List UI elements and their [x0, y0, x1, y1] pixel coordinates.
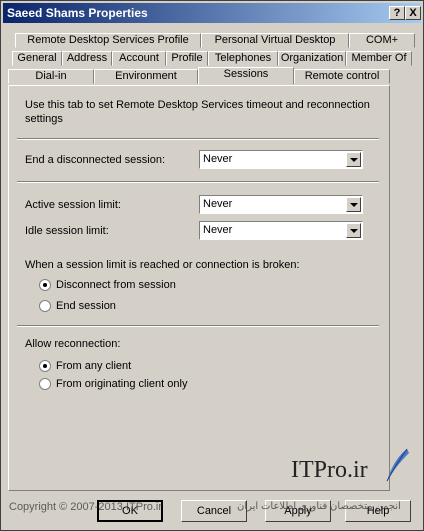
properties-window: Saeed Shams Properties ? X Remote Deskto… [0, 0, 424, 531]
tab-com-plus[interactable]: COM+ [349, 33, 415, 48]
idle-limit-select[interactable]: Never [199, 221, 363, 240]
title-bar[interactable]: Saeed Shams Properties ? X [3, 3, 421, 23]
end-disconnected-label: End a disconnected session: [25, 154, 166, 166]
tab-personal-virtual-desktop[interactable]: Personal Virtual Desktop [201, 33, 349, 48]
itpro-logo: ITPro.ir [291, 457, 368, 483]
chevron-down-icon[interactable] [346, 197, 361, 212]
tab-sessions[interactable]: Sessions [198, 67, 294, 84]
quill-icon [386, 448, 409, 482]
disconnect-option-label[interactable]: Disconnect from session [56, 279, 176, 291]
any-client-radio[interactable] [39, 360, 51, 372]
tab-dial-in[interactable]: Dial-in [8, 69, 94, 84]
tab-rds-profile[interactable]: Remote Desktop Services Profile [15, 33, 201, 48]
active-limit-label: Active session limit: [25, 199, 121, 211]
close-button[interactable]: X [405, 6, 421, 20]
tab-member-of[interactable]: Member Of [346, 51, 412, 66]
tab-environment[interactable]: Environment [94, 69, 198, 84]
end-disconnected-value: Never [203, 153, 233, 165]
end-session-radio[interactable] [39, 300, 51, 312]
end-disconnected-select[interactable]: Never [199, 150, 363, 169]
allow-reconnect-label: Allow reconnection: [25, 338, 121, 350]
tab-remote-control[interactable]: Remote control [294, 69, 390, 84]
persian-watermark: انجمن متخصصان فناوری اطلاعات ایران [237, 501, 401, 512]
tab-profile[interactable]: Profile [166, 51, 208, 66]
chevron-down-icon[interactable] [346, 152, 361, 167]
any-client-option-label[interactable]: From any client [56, 360, 131, 372]
separator-2 [17, 181, 379, 183]
window-title: Saeed Shams Properties [7, 6, 148, 20]
end-session-option-label[interactable]: End session [56, 300, 116, 312]
idle-limit-value: Never [203, 224, 233, 236]
separator-1 [17, 138, 379, 140]
sessions-intro: Use this tab to set Remote Desktop Servi… [25, 99, 370, 125]
originating-client-option-label[interactable]: From originating client only [56, 378, 187, 390]
tab-general[interactable]: General [12, 51, 62, 66]
separator-3 [17, 325, 379, 327]
tab-address[interactable]: Address [62, 51, 112, 66]
disconnect-radio[interactable] [39, 279, 51, 291]
tab-account[interactable]: Account [112, 51, 166, 66]
chevron-down-icon[interactable] [346, 223, 361, 238]
help-title-button[interactable]: ? [389, 6, 405, 20]
active-limit-select[interactable]: Never [199, 195, 363, 214]
limit-reached-label: When a session limit is reached or conne… [25, 259, 300, 271]
active-limit-value: Never [203, 198, 233, 210]
originating-client-radio[interactable] [39, 378, 51, 390]
tab-organization[interactable]: Organization [278, 51, 346, 66]
tab-telephones[interactable]: Telephones [208, 51, 278, 66]
idle-limit-label: Idle session limit: [25, 225, 109, 237]
copyright-watermark: Copyright © 2007-2013 ITPro.ir [9, 501, 163, 513]
